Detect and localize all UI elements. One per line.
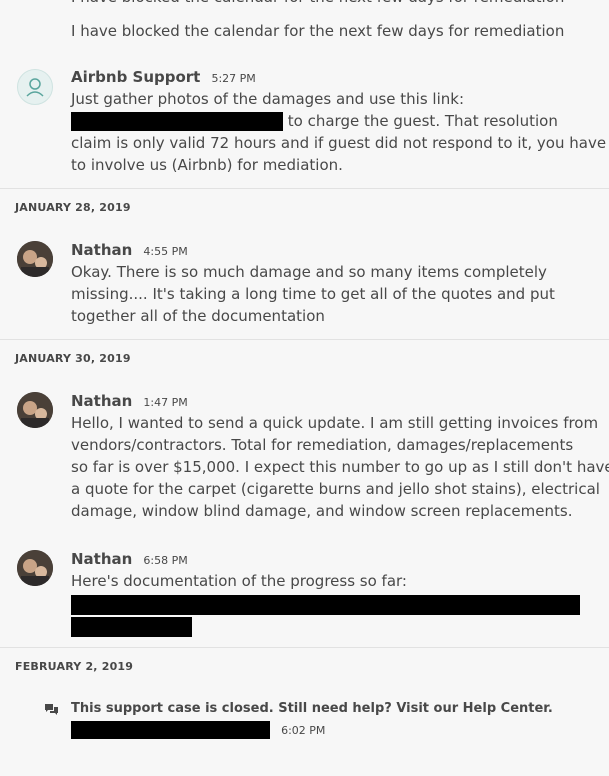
- support-agent-icon: [26, 78, 44, 97]
- avatar: [17, 392, 53, 428]
- message-line: Here's documentation of the progress so …: [71, 572, 407, 590]
- date-divider: JANUARY 28, 2019: [0, 188, 609, 223]
- message-line: Okay. There is so much damage and so man…: [71, 263, 547, 281]
- message-line: a quote for the carpet (cigarette burns …: [71, 480, 600, 498]
- redacted-link: [71, 617, 192, 637]
- profile-photo: [17, 550, 53, 586]
- case-closed-notice: This support case is closed. Still need …: [71, 701, 553, 716]
- message-nathan-3: Nathan 6:58 PM Here's documentation of t…: [71, 548, 589, 637]
- date-divider: JANUARY 30, 2019: [0, 339, 609, 374]
- date-divider: FEBRUARY 2, 2019: [0, 647, 609, 682]
- message-nathan-1: Nathan 4:55 PM Okay. There is so much da…: [71, 239, 589, 327]
- redacted-name: [71, 720, 270, 739]
- message-line-text: to charge the guest. That resolution: [287, 112, 558, 130]
- sender-name: Nathan: [71, 392, 133, 410]
- date-label: JANUARY 30, 2019: [15, 352, 131, 365]
- profile-photo: [17, 241, 53, 277]
- message-line: missing.... It's taking a long time to g…: [71, 285, 555, 303]
- closed-footer: 6:02 PM: [71, 720, 326, 739]
- sender-name: Nathan: [71, 550, 133, 568]
- message-time: 6:58 PM: [143, 554, 188, 567]
- date-label: JANUARY 28, 2019: [15, 201, 131, 214]
- message-time: 4:55 PM: [143, 245, 188, 258]
- message-line: claim is only valid 72 hours and if gues…: [71, 134, 607, 152]
- date-label: FEBRUARY 2, 2019: [15, 660, 134, 673]
- message-time: 1:47 PM: [143, 396, 188, 409]
- message-line: vendors/contractors. Total for remediati…: [71, 436, 574, 454]
- conversation-thread: I have blocked the calendar for the next…: [0, 0, 609, 776]
- message-nathan-2: Nathan 1:47 PM Hello, I wanted to send a…: [71, 390, 609, 522]
- sender-name: Airbnb Support: [71, 68, 201, 86]
- sender-name: Nathan: [71, 241, 133, 259]
- message-line: to charge the guest. That resolution: [71, 110, 589, 132]
- avatar: [17, 241, 53, 277]
- message-line: Hello, I wanted to send a quick update. …: [71, 414, 599, 432]
- message-support: Airbnb Support 5:27 PM Just gather photo…: [71, 66, 607, 176]
- support-avatar: [17, 69, 53, 105]
- message-line: so far is over $15,000. I expect this nu…: [71, 458, 609, 476]
- avatar: [17, 550, 53, 586]
- redacted-link: [71, 595, 580, 615]
- message-time: 6:02 PM: [281, 724, 326, 737]
- message-text: I have blocked the calendar for the next…: [71, 22, 565, 40]
- message-line: Just gather photos of the damages and us…: [71, 90, 464, 108]
- redacted-link: [71, 112, 283, 131]
- message-line: together all of the documentation: [71, 307, 325, 325]
- message-text-cut: I have blocked the calendar for the next…: [71, 0, 564, 8]
- profile-photo: [17, 392, 53, 428]
- message-line: damage, window blind damage, and window …: [71, 502, 573, 520]
- message-line: to involve us (Airbnb) for mediation.: [71, 156, 343, 174]
- message-time: 5:27 PM: [211, 72, 256, 85]
- chat-bubbles-icon: [45, 704, 58, 715]
